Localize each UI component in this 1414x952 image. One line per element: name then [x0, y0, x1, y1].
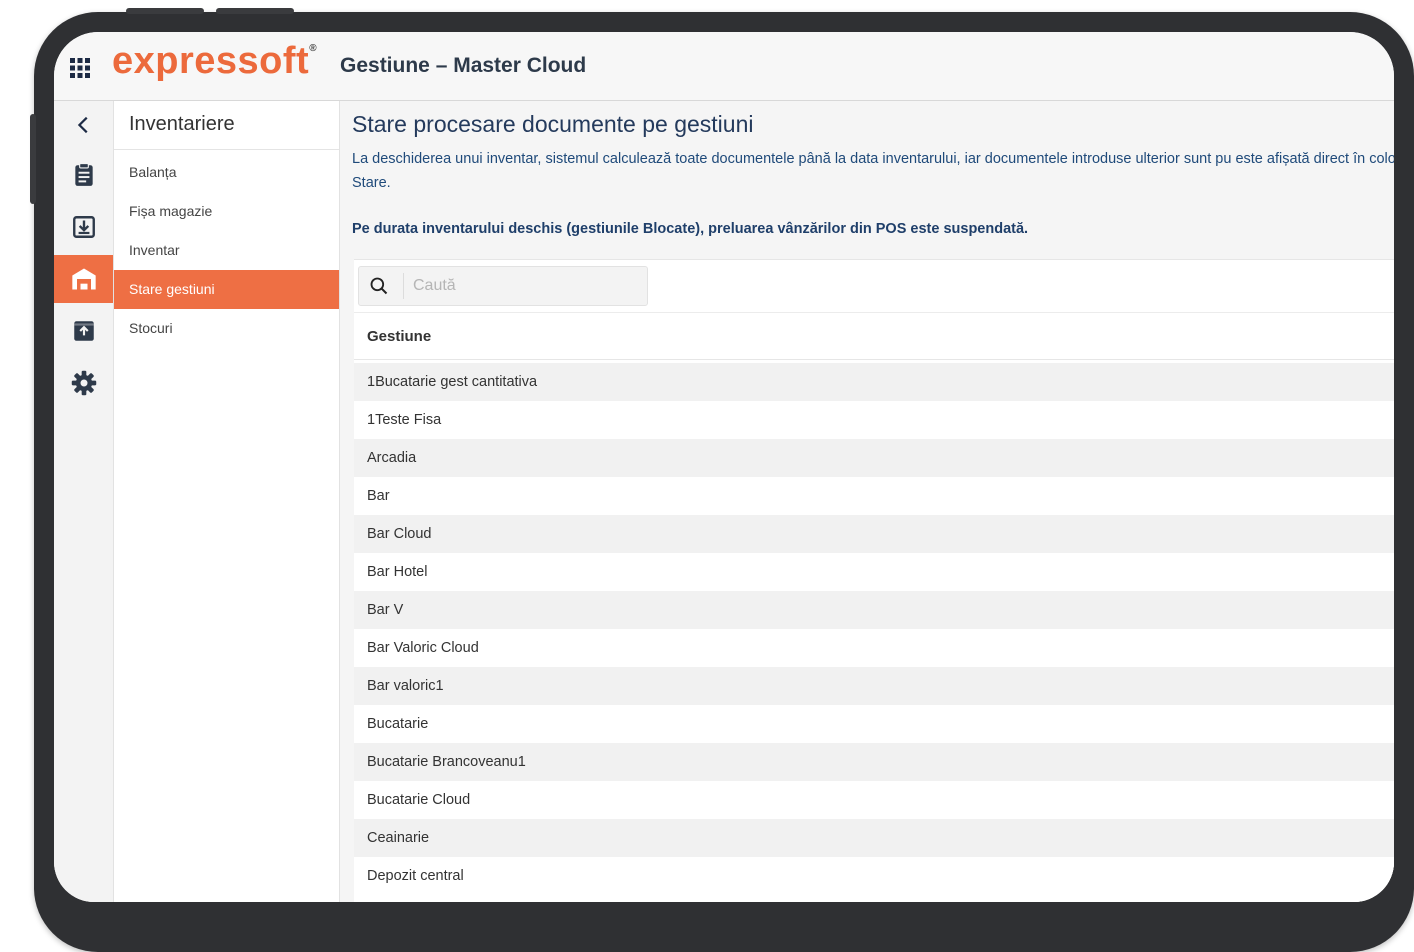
grid-apps-icon[interactable]	[68, 56, 92, 80]
search-icon	[370, 277, 388, 295]
chevron-left-icon	[77, 116, 88, 134]
submenu-item-stocuri[interactable]: Stocuri	[114, 309, 339, 348]
table-row[interactable]: Bucatarie Cloud	[354, 781, 1394, 819]
expressoft-logo[interactable]: expressoft®	[112, 40, 317, 83]
device-button	[216, 8, 294, 14]
submenu-item-balanta[interactable]: Balanța	[114, 153, 339, 192]
search-input[interactable]	[411, 271, 640, 301]
table-row[interactable]: Bar Cloud	[354, 515, 1394, 553]
table-row[interactable]: Ceainarie	[354, 819, 1394, 857]
table-row[interactable]: 1Bucatarie gest cantitativa	[354, 363, 1394, 401]
icon-rail	[54, 101, 114, 902]
page-title: Stare procesare documente pe gestiuni	[352, 111, 754, 137]
rail-item-settings[interactable]	[54, 359, 113, 407]
submenu-item-fisa-magazie[interactable]: Fișa magazie	[114, 192, 339, 231]
table-row[interactable]: Arcadia	[354, 439, 1394, 477]
search-separator	[403, 273, 404, 299]
pos-warning-text: Pe durata inventarului deschis (gestiuni…	[352, 221, 1029, 237]
table-row[interactable]: Bucatarie Brancoveanu1	[354, 743, 1394, 781]
rail-item-archive[interactable]	[54, 307, 113, 355]
gestiuni-panel: Gestiune 1Bucatarie gest cantitativa 1Te…	[354, 259, 1394, 902]
table-row[interactable]: Bar Valoric Cloud	[354, 629, 1394, 667]
column-header-gestiune[interactable]: Gestiune	[354, 312, 1394, 360]
app-screen: expressoft® Gestiune – Master Cloud Inve…	[54, 32, 1394, 902]
device-button	[30, 114, 36, 204]
archive-box-icon	[73, 321, 94, 341]
collapse-menu-button[interactable]	[54, 101, 113, 149]
search-box	[358, 266, 648, 306]
gear-icon	[71, 370, 96, 396]
table-row[interactable]: Bar Hotel	[354, 553, 1394, 591]
table-row[interactable]: Depozit central	[354, 857, 1394, 895]
logo-registered-mark: ®	[309, 43, 318, 55]
submenu-item-stare-gestiuni[interactable]: Stare gestiuni	[114, 270, 339, 309]
rail-item-documents[interactable]	[54, 151, 113, 199]
app-title: Gestiune – Master Cloud	[340, 54, 587, 77]
table-row[interactable]: Bar	[354, 477, 1394, 515]
app-header: expressoft® Gestiune – Master Cloud	[54, 32, 1394, 101]
rail-item-inventory[interactable]	[54, 255, 113, 303]
inventory-submenu: Inventariere Balanța Fișa magazie Invent…	[114, 101, 340, 902]
page-description: La deschiderea unui inventar, sistemul c…	[352, 151, 1394, 191]
gestiuni-list: 1Bucatarie gest cantitativa 1Teste Fisa …	[354, 363, 1394, 895]
table-row[interactable]: 1Teste Fisa	[354, 401, 1394, 439]
submenu-title: Inventariere	[114, 101, 339, 150]
logo-text: expressoft	[112, 40, 310, 82]
warehouse-icon	[71, 268, 96, 290]
device-button	[126, 8, 204, 14]
main-content: Stare procesare documente pe gestiuni La…	[340, 101, 1394, 902]
table-row[interactable]: Bucatarie	[354, 705, 1394, 743]
submenu-item-inventar[interactable]: Inventar	[114, 231, 339, 270]
table-row[interactable]: Bar V	[354, 591, 1394, 629]
download-box-icon	[72, 216, 95, 238]
clipboard-icon	[74, 163, 93, 186]
table-row[interactable]: Bar valoric1	[354, 667, 1394, 705]
rail-item-receptions[interactable]	[54, 203, 113, 251]
